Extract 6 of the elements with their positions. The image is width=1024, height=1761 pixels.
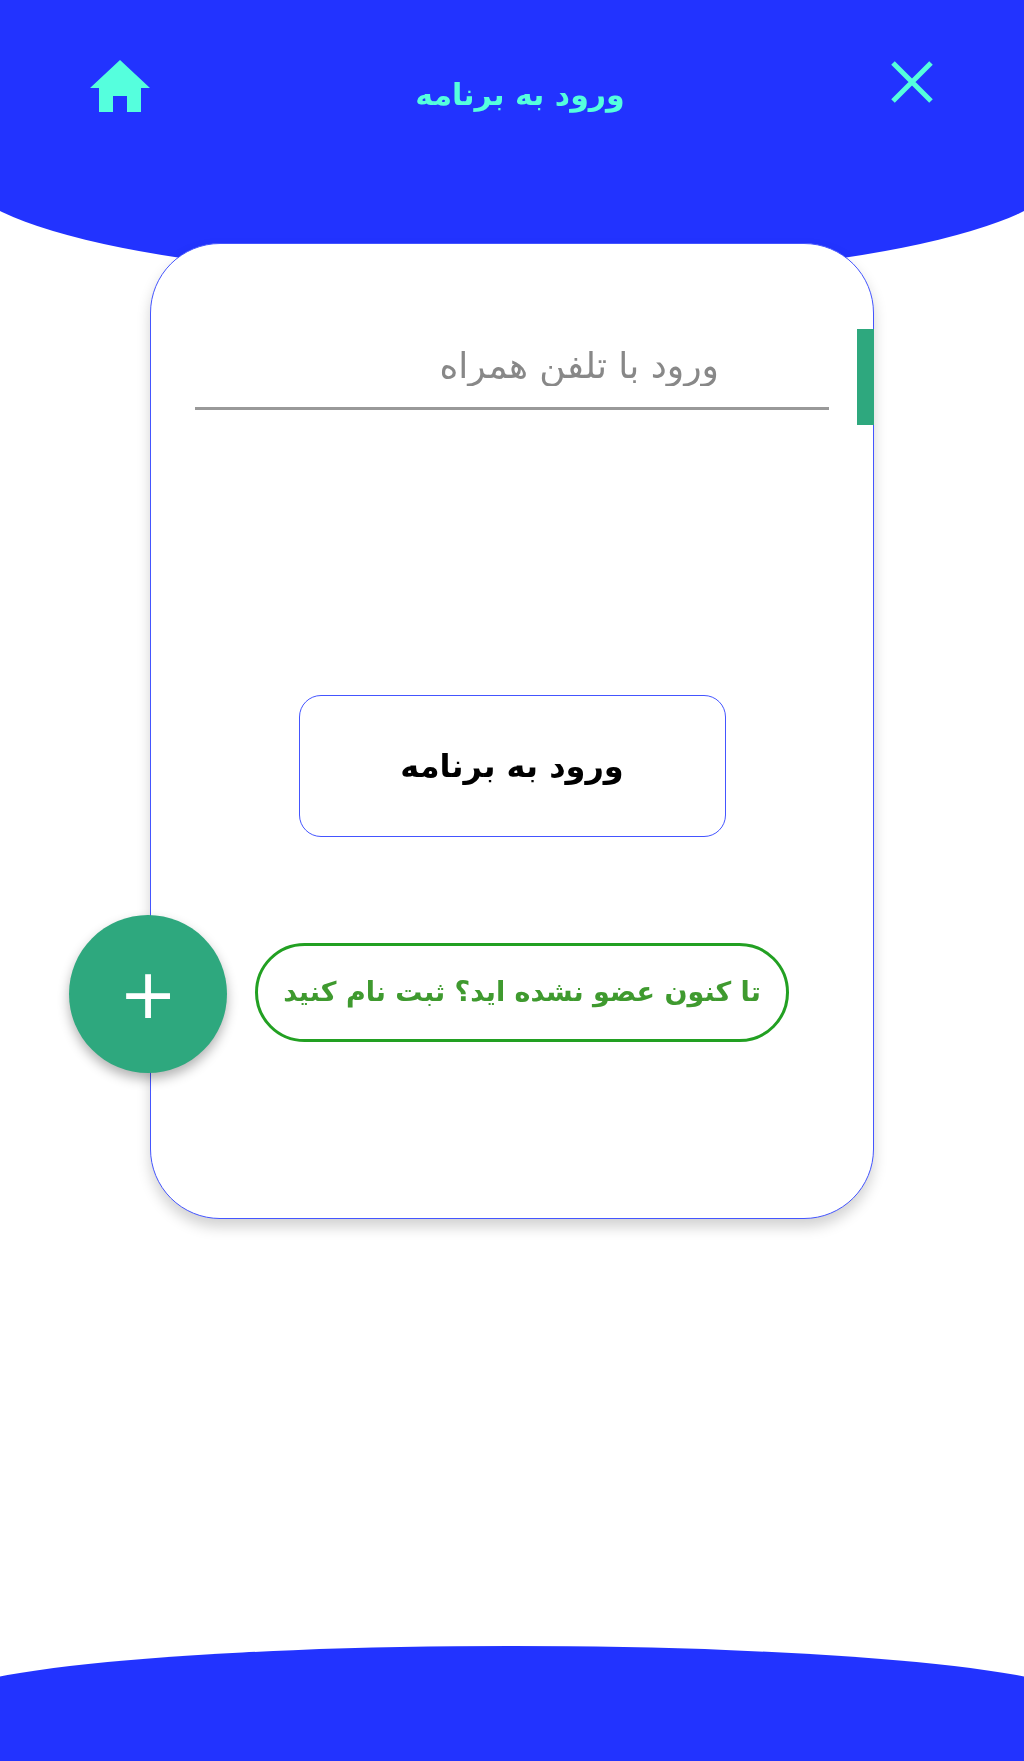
close-icon[interactable]: [890, 60, 934, 104]
page-title: ورود به برنامه: [415, 76, 625, 115]
login-button[interactable]: ورود به برنامه: [298, 695, 726, 837]
home-icon[interactable]: [90, 60, 150, 112]
register-button[interactable]: تا کنون عضو نشده اید؟ ثبت نام کنید: [255, 943, 789, 1042]
add-button[interactable]: +: [69, 915, 227, 1073]
